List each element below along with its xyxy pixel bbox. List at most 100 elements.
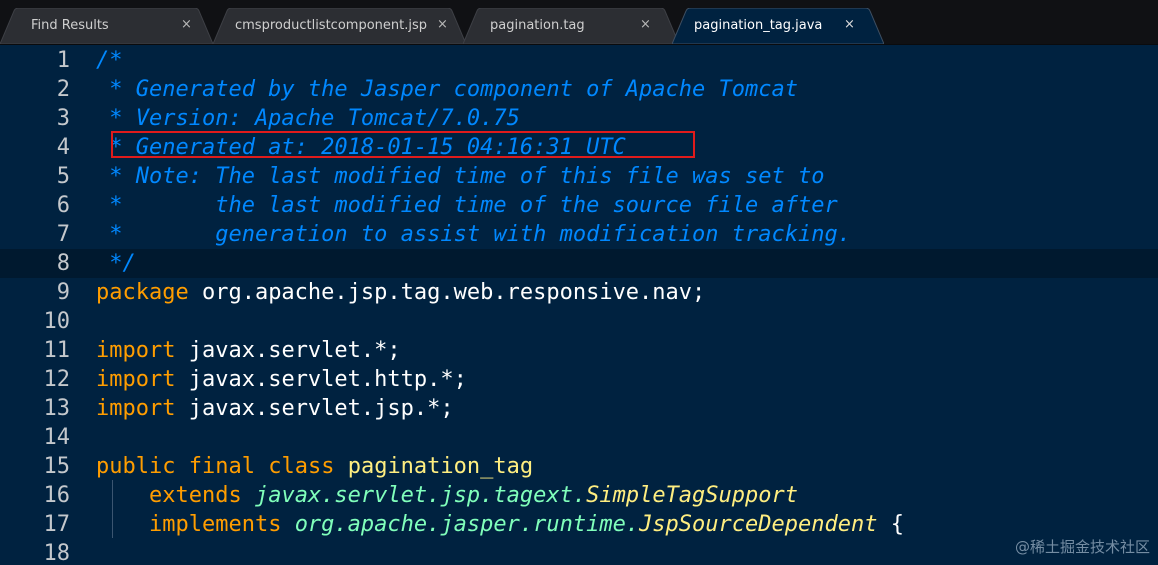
code-line[interactable]: 6 * the last modified time of the source… bbox=[0, 191, 1158, 220]
code-text: package org.apache.jsp.tag.web.responsiv… bbox=[96, 278, 705, 307]
line-number: 2 bbox=[56, 77, 70, 102]
token-kw: class bbox=[268, 454, 335, 479]
line-number: 1 bbox=[56, 48, 70, 73]
code-text: * generation to assist with modification… bbox=[96, 220, 851, 249]
code-line[interactable]: 17 implements org.apache.jasper.runtime.… bbox=[0, 510, 1158, 539]
token-kw: import bbox=[96, 338, 176, 363]
line-number: 5 bbox=[56, 164, 70, 189]
token-plain: { bbox=[877, 512, 904, 537]
code-line[interactable]: 1 /* bbox=[0, 46, 1158, 75]
code-line[interactable]: 11 import javax.servlet.*; bbox=[0, 336, 1158, 365]
token-kw: import bbox=[96, 396, 176, 421]
token-type: JspSourceDependent bbox=[639, 512, 878, 537]
line-number: 3 bbox=[56, 106, 70, 131]
line-number: 14 bbox=[43, 425, 71, 450]
token-comment: * Version: Apache Tomcat/7.0.75 bbox=[96, 106, 520, 131]
watermark: @稀土掘金技术社区 bbox=[1014, 538, 1150, 556]
line-number: 17 bbox=[43, 512, 71, 537]
token-comment: * generation to assist with modification… bbox=[96, 222, 851, 247]
line-number: 13 bbox=[43, 396, 71, 421]
code-text: public final class pagination_tag bbox=[96, 452, 533, 481]
token-kw: import bbox=[96, 367, 176, 392]
code-text: import javax.servlet.http.*; bbox=[96, 365, 467, 394]
token-super: javax.servlet.jsp.tagext. bbox=[254, 483, 587, 508]
code-text: import javax.servlet.*; bbox=[96, 336, 401, 365]
line-number: 16 bbox=[43, 483, 71, 508]
token-kw: final bbox=[188, 454, 255, 479]
editor-window: Find Results × cmsproductlistcomponent.j… bbox=[0, 0, 1158, 565]
code-line[interactable]: 16 extends javax.servlet.jsp.tagext.Simp… bbox=[0, 481, 1158, 510]
line-number: 11 bbox=[43, 338, 71, 363]
token-kw: public bbox=[96, 454, 176, 479]
close-icon[interactable]: × bbox=[181, 18, 192, 32]
line-number: 12 bbox=[43, 367, 71, 392]
code-line[interactable]: 15 public final class pagination_tag bbox=[0, 452, 1158, 481]
code-line[interactable]: 8 */ bbox=[0, 249, 1158, 278]
token-plain: javax.servlet.jsp.*; bbox=[175, 396, 454, 421]
token-kw: implements bbox=[148, 512, 282, 537]
indent-guide bbox=[112, 480, 113, 538]
code-text: /* bbox=[96, 46, 123, 75]
line-number: 18 bbox=[43, 541, 71, 565]
tab-pagination-tag-java[interactable]: pagination_tag.java × bbox=[672, 8, 884, 44]
token-plain: org.apache.jsp.tag.web.responsive.nav; bbox=[188, 280, 706, 305]
tab-label: pagination.tag bbox=[490, 18, 585, 33]
token-type: SimpleTagSupport bbox=[586, 483, 799, 508]
tab-find-results[interactable]: Find Results × bbox=[0, 8, 213, 44]
highlight-box bbox=[111, 131, 695, 158]
token-super: org.apache.jasper.runtime. bbox=[294, 512, 640, 537]
line-number: 7 bbox=[56, 222, 70, 247]
tab-label: cmsproductlistcomponent.jsp bbox=[235, 18, 427, 33]
token-kw: package bbox=[96, 280, 189, 305]
line-number: 9 bbox=[56, 280, 70, 305]
code-line[interactable]: 12 import javax.servlet.http.*; bbox=[0, 365, 1158, 394]
code-line[interactable]: 13 import javax.servlet.jsp.*; bbox=[0, 394, 1158, 423]
code-text: * the last modified time of the source f… bbox=[96, 191, 838, 220]
code-line[interactable]: 7 * generation to assist with modificati… bbox=[0, 220, 1158, 249]
code-line[interactable]: 18 bbox=[0, 539, 1158, 565]
token-comment: * Note: The last modified time of this f… bbox=[96, 164, 825, 189]
code-text: extends javax.servlet.jsp.tagext.SimpleT… bbox=[96, 481, 798, 510]
token-cls: pagination_tag bbox=[347, 454, 534, 479]
token-kw: extends bbox=[148, 483, 242, 508]
token-comment: * Generated by the Jasper component of A… bbox=[96, 77, 798, 102]
tab-cmsproductlistcomponent-jsp[interactable]: cmsproductlistcomponent.jsp × bbox=[213, 8, 466, 44]
code-line[interactable]: 10 bbox=[0, 307, 1158, 336]
token-comment: */ bbox=[96, 251, 136, 276]
line-number: 15 bbox=[43, 454, 71, 479]
code-line[interactable]: 2 * Generated by the Jasper component of… bbox=[0, 75, 1158, 104]
close-icon[interactable]: × bbox=[844, 18, 855, 32]
code-text: */ bbox=[96, 249, 136, 278]
code-line[interactable]: 14 bbox=[0, 423, 1158, 452]
code-line[interactable]: 3 * Version: Apache Tomcat/7.0.75 bbox=[0, 104, 1158, 133]
token-plain: javax.servlet.http.*; bbox=[175, 367, 467, 392]
token-plain: javax.servlet.*; bbox=[175, 338, 401, 363]
token-comment: * the last modified time of the source f… bbox=[96, 193, 838, 218]
line-number: 10 bbox=[43, 309, 71, 334]
close-icon[interactable]: × bbox=[437, 18, 448, 32]
code-text: implements org.apache.jasper.runtime.Jsp… bbox=[96, 510, 904, 539]
code-line[interactable]: 5 * Note: The last modified time of this… bbox=[0, 162, 1158, 191]
line-number: 4 bbox=[56, 135, 70, 160]
line-number: 6 bbox=[56, 193, 70, 218]
code-text: * Version: Apache Tomcat/7.0.75 bbox=[96, 104, 520, 133]
code-line[interactable]: 9 package org.apache.jsp.tag.web.responsi… bbox=[0, 278, 1158, 307]
tab-pagination-tag[interactable]: pagination.tag × bbox=[463, 8, 679, 44]
tab-bar: Find Results × cmsproductlistcomponent.j… bbox=[0, 0, 1158, 45]
token-comment: /* bbox=[96, 48, 123, 73]
tab-label: pagination_tag.java bbox=[694, 18, 823, 33]
tab-label: Find Results bbox=[31, 18, 109, 33]
code-text: import javax.servlet.jsp.*; bbox=[96, 394, 454, 423]
code-editor[interactable]: 1/* 2 * Generated by the Jasper component… bbox=[0, 45, 1158, 565]
line-number: 8 bbox=[56, 251, 70, 276]
code-text: * Note: The last modified time of this f… bbox=[96, 162, 824, 191]
close-icon[interactable]: × bbox=[640, 18, 651, 32]
code-text: * Generated by the Jasper component of A… bbox=[96, 75, 798, 104]
